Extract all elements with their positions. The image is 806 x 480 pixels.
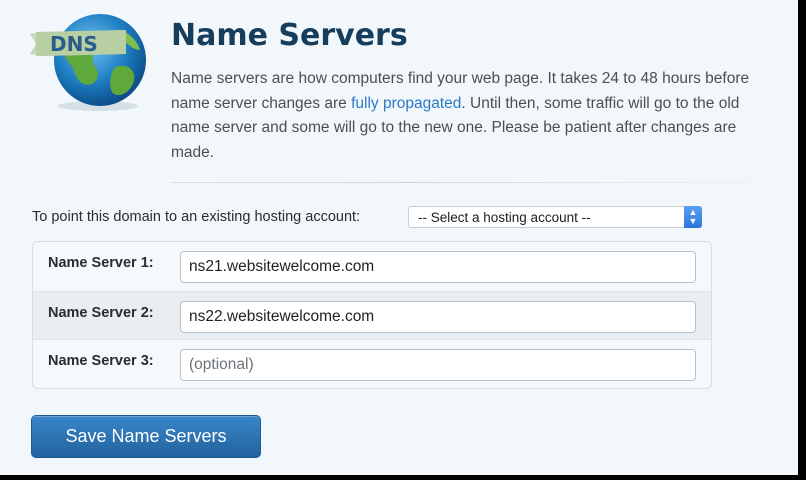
hosting-select-value: -- Select a hosting account -- — [418, 210, 591, 225]
select-arrows-icon: ▲ ▼ — [684, 206, 702, 228]
hosting-account-label: To point this domain to an existing host… — [32, 209, 361, 225]
dns-logo-text: DNS — [50, 32, 98, 56]
name-server-row-2: Name Server 2: — [33, 291, 711, 340]
hosting-account-select[interactable]: -- Select a hosting account -- ▲ ▼ — [408, 206, 702, 228]
name-server-3-input[interactable] — [180, 349, 696, 381]
save-name-servers-button[interactable]: Save Name Servers — [31, 415, 261, 458]
page-description: Name servers are how computers find your… — [171, 67, 781, 166]
name-server-row-1: Name Server 1: — [33, 242, 711, 291]
name-server-1-label: Name Server 1: — [48, 255, 154, 271]
name-server-2-label: Name Server 2: — [48, 305, 154, 321]
page-title: Name Servers — [171, 18, 408, 53]
name-servers-panel: DNS Name Servers Name servers are how co… — [0, 0, 798, 475]
name-server-row-3: Name Server 3: — [33, 340, 711, 388]
name-server-1-input[interactable] — [180, 251, 696, 283]
name-server-2-input[interactable] — [180, 301, 696, 333]
fully-propagated-link[interactable]: fully propagated — [351, 95, 461, 112]
name-server-list: Name Server 1: Name Server 2: Name Serve… — [32, 241, 712, 389]
divider — [170, 182, 772, 183]
name-server-3-label: Name Server 3: — [48, 353, 154, 369]
dns-globe-logo: DNS — [30, 14, 146, 111]
